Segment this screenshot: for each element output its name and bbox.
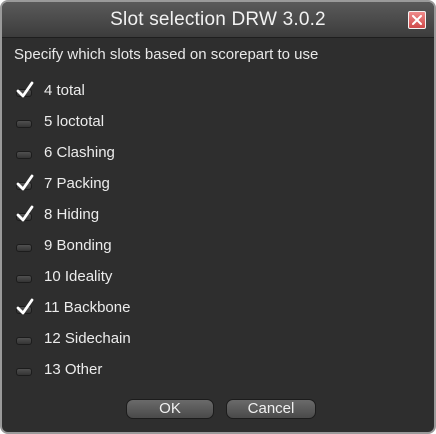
checkbox[interactable] xyxy=(16,362,32,378)
cancel-button[interactable]: Cancel xyxy=(226,399,316,419)
slot-item-10-ideality[interactable]: 10 Ideality xyxy=(16,261,316,292)
checkbox[interactable] xyxy=(16,114,32,130)
slot-list: 4 total 5 loctotal 6 Clashing 7 Packing … xyxy=(16,75,316,385)
close-button[interactable] xyxy=(408,11,426,29)
checkbox[interactable] xyxy=(16,269,32,285)
close-x-icon xyxy=(412,15,422,25)
slot-label: 4 total xyxy=(44,82,85,99)
button-row: OK Cancel xyxy=(2,399,434,419)
slot-item-13-other[interactable]: 13 Other xyxy=(16,354,316,385)
checkbox[interactable] xyxy=(16,298,34,316)
slot-label: 12 Sidechain xyxy=(44,330,131,347)
slot-label: 6 Clashing xyxy=(44,144,115,161)
window-title: Slot selection DRW 3.0.2 xyxy=(110,9,326,30)
checkmark-icon xyxy=(16,298,34,314)
slot-item-5-loctotal[interactable]: 5 loctotal xyxy=(16,106,316,137)
slot-item-9-bonding[interactable]: 9 Bonding xyxy=(16,230,316,261)
slot-item-11-backbone[interactable]: 11 Backbone xyxy=(16,292,316,323)
slot-label: 13 Other xyxy=(44,361,103,378)
slot-label: 7 Packing xyxy=(44,175,110,192)
checkbox[interactable] xyxy=(16,331,32,347)
slot-label: 9 Bonding xyxy=(44,237,112,254)
checkbox[interactable] xyxy=(16,81,34,99)
ok-button[interactable]: OK xyxy=(126,399,214,419)
checkbox[interactable] xyxy=(16,145,32,161)
slot-item-8-hiding[interactable]: 8 Hiding xyxy=(16,199,316,230)
slot-label: 8 Hiding xyxy=(44,206,100,223)
slot-item-7-packing[interactable]: 7 Packing xyxy=(16,168,316,199)
checkbox[interactable] xyxy=(16,205,34,223)
slot-label: 10 Ideality xyxy=(44,268,113,285)
slot-selection-dialog: Slot selection DRW 3.0.2 Specify which s… xyxy=(0,0,436,434)
slot-item-6-clashing[interactable]: 6 Clashing xyxy=(16,137,316,168)
checkmark-icon xyxy=(16,205,34,221)
checkbox[interactable] xyxy=(16,238,32,254)
slot-label: 11 Backbone xyxy=(44,299,131,316)
checkbox[interactable] xyxy=(16,174,34,192)
checkmark-icon xyxy=(16,81,34,97)
instructions-text: Specify which slots based on scorepart t… xyxy=(14,46,319,63)
slot-item-12-sidechain[interactable]: 12 Sidechain xyxy=(16,323,316,354)
slot-label: 5 loctotal xyxy=(44,113,105,130)
slot-item-4-total[interactable]: 4 total xyxy=(16,75,316,106)
checkmark-icon xyxy=(16,174,34,190)
title-bar[interactable]: Slot selection DRW 3.0.2 xyxy=(2,2,434,38)
